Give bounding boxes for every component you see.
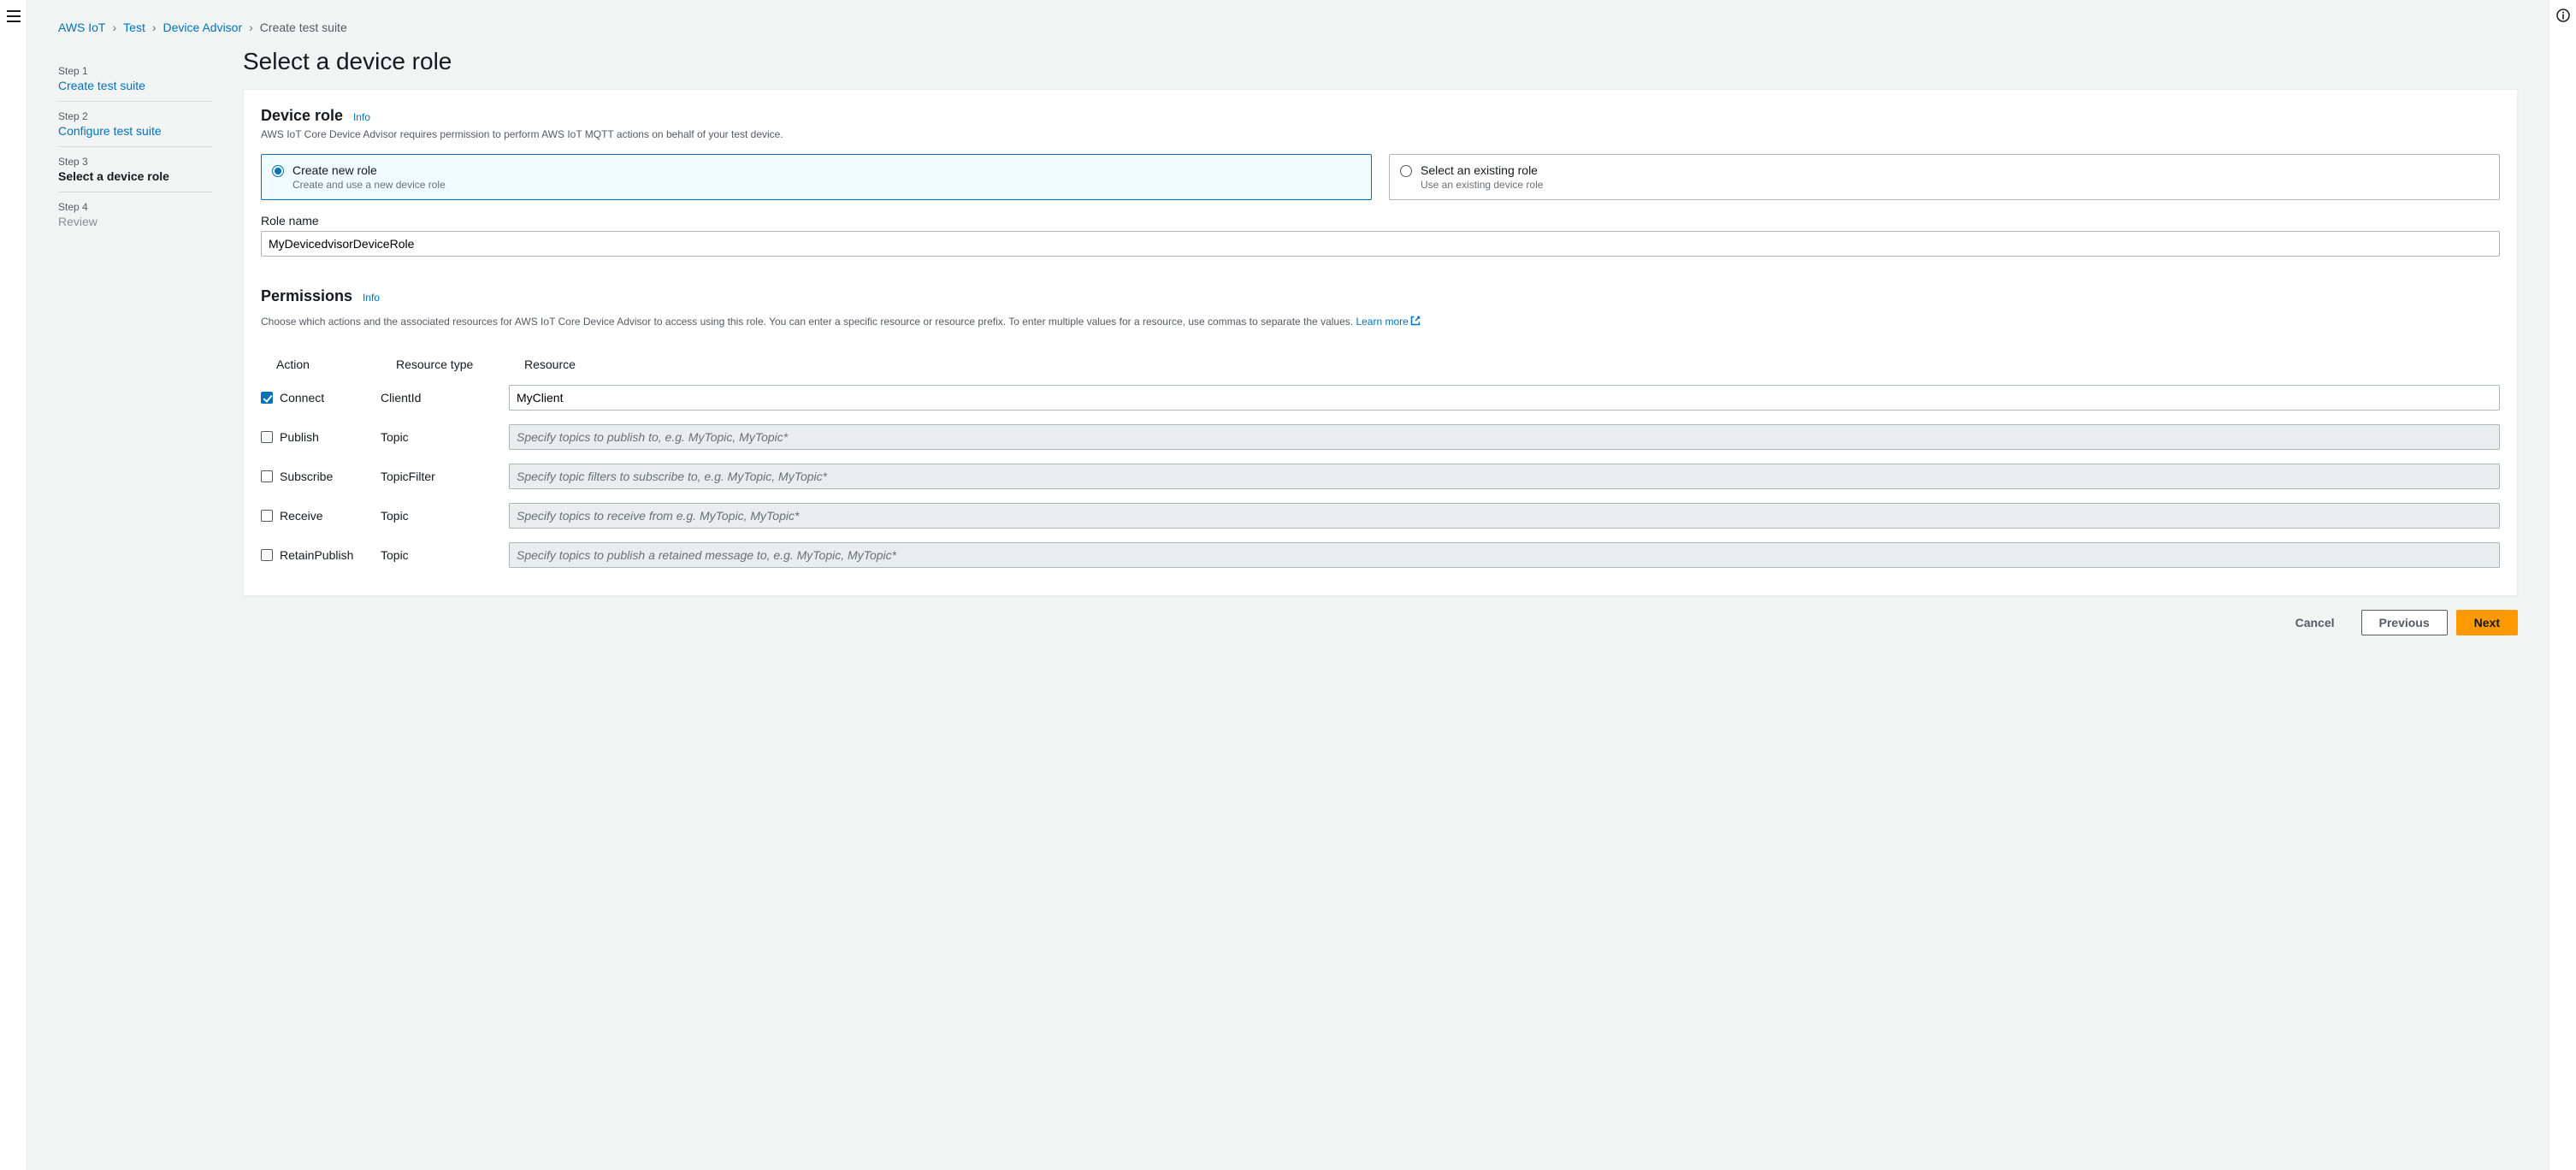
resource-input [509, 424, 2500, 450]
option-desc: Create and use a new device role [292, 179, 446, 191]
step-label: Step 4 [58, 201, 212, 213]
section-heading: Permissions [261, 287, 352, 305]
col-action: Action [276, 358, 396, 371]
step-title[interactable]: Create test suite [58, 79, 212, 92]
col-resource-type: Resource type [396, 358, 524, 371]
section-heading: Device role [261, 107, 343, 125]
breadcrumb-link[interactable]: AWS IoT [58, 21, 106, 34]
wizard-step-2[interactable]: Step 2 Configure test suite [58, 102, 212, 147]
wizard-footer: Cancel Previous Next [243, 610, 2518, 635]
action-label: Receive [280, 509, 323, 523]
step-label: Step 3 [58, 156, 212, 168]
breadcrumb: AWS IoT › Test › Device Advisor › Create… [58, 14, 2518, 38]
perm-row-subscribe: Subscribe TopicFilter [261, 457, 2500, 496]
info-link[interactable]: Info [363, 292, 380, 304]
resource-input [509, 542, 2500, 568]
breadcrumb-current: Create test suite [260, 21, 347, 34]
previous-button[interactable]: Previous [2361, 610, 2448, 635]
wizard-step-4: Step 4 Review [58, 192, 212, 237]
radio-icon [1400, 165, 1412, 177]
perm-row-receive: Receive Topic [261, 496, 2500, 535]
chevron-right-icon: › [113, 21, 117, 34]
next-button[interactable]: Next [2456, 610, 2518, 635]
step-title: Review [58, 215, 212, 228]
cancel-button[interactable]: Cancel [2278, 610, 2353, 635]
external-link-icon [1410, 315, 1421, 330]
section-description: Choose which actions and the associated … [261, 314, 2500, 330]
chevron-right-icon: › [152, 21, 157, 34]
role-name-label: Role name [261, 214, 2500, 228]
checkbox[interactable] [261, 470, 273, 482]
breadcrumb-link[interactable]: Test [123, 21, 145, 34]
resource-input [509, 503, 2500, 529]
wizard-step-3[interactable]: Step 3 Select a device role [58, 147, 212, 192]
resource-type: Topic [381, 509, 509, 523]
wizard-step-1[interactable]: Step 1 Create test suite [58, 56, 212, 102]
action-label: Connect [280, 391, 324, 405]
resource-input[interactable] [509, 385, 2500, 411]
checkbox[interactable] [261, 431, 273, 443]
step-label: Step 2 [58, 110, 212, 122]
resource-input [509, 464, 2500, 489]
checkbox[interactable] [261, 510, 273, 522]
perm-row-connect: Connect ClientId [261, 378, 2500, 417]
checkbox[interactable] [261, 392, 273, 404]
learn-more-link[interactable]: Learn more [1356, 316, 1420, 328]
option-existing-role[interactable]: Select an existing role Use an existing … [1389, 154, 2500, 200]
action-label: Publish [280, 430, 319, 444]
page-title: Select a device role [243, 48, 2518, 75]
resource-type: ClientId [381, 391, 509, 405]
form-panel: Device role Info AWS IoT Core Device Adv… [243, 89, 2518, 596]
role-name-input[interactable] [261, 231, 2500, 257]
option-title: Select an existing role [1421, 163, 1543, 177]
info-link[interactable]: Info [353, 111, 370, 123]
step-title: Select a device role [58, 169, 212, 183]
perm-row-retainpublish: RetainPublish Topic [261, 535, 2500, 575]
option-create-role[interactable]: Create new role Create and use a new dev… [261, 154, 1372, 200]
resource-type: TopicFilter [381, 470, 509, 483]
radio-icon [272, 165, 284, 177]
option-desc: Use an existing device role [1421, 179, 1543, 191]
menu-icon[interactable] [7, 10, 21, 1170]
info-icon[interactable] [2556, 9, 2570, 1170]
perm-row-publish: Publish Topic [261, 417, 2500, 457]
action-label: Subscribe [280, 470, 333, 483]
section-permissions: Permissions Info Choose which actions an… [261, 287, 2500, 330]
breadcrumb-link[interactable]: Device Advisor [163, 21, 243, 34]
permissions-table: Action Resource type Resource Connect [261, 351, 2500, 575]
step-label: Step 1 [58, 65, 212, 77]
action-label: RetainPublish [280, 548, 353, 562]
step-title[interactable]: Configure test suite [58, 124, 212, 138]
resource-type: Topic [381, 430, 509, 444]
resource-type: Topic [381, 548, 509, 562]
chevron-right-icon: › [249, 21, 253, 34]
section-description: AWS IoT Core Device Advisor requires per… [261, 128, 2500, 140]
section-device-role: Device role Info AWS IoT Core Device Adv… [261, 107, 2500, 257]
wizard-nav: Step 1 Create test suite Step 2 Configur… [58, 48, 212, 237]
checkbox[interactable] [261, 549, 273, 561]
col-resource: Resource [524, 358, 2500, 371]
option-title: Create new role [292, 163, 446, 177]
